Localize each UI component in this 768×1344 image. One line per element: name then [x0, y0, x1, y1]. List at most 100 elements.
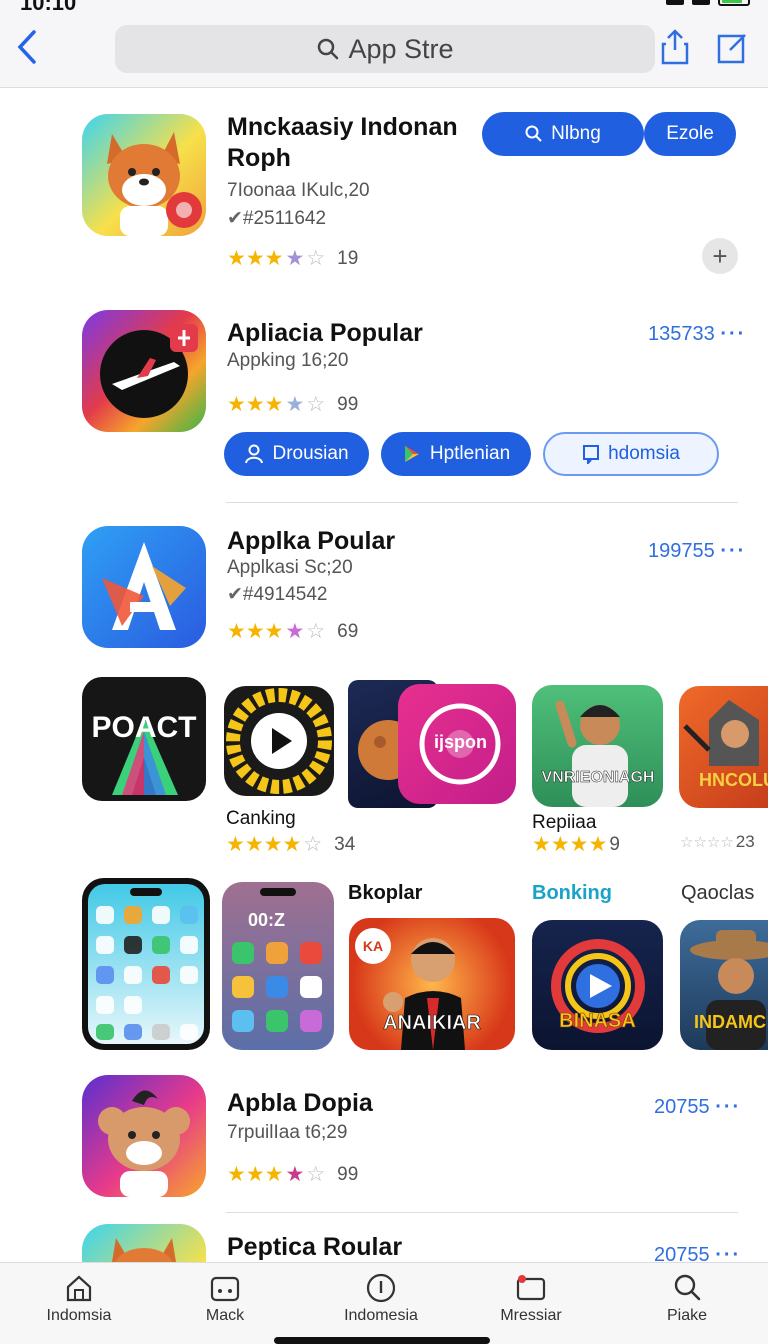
app-subtitle: Appking 16;20 [227, 350, 349, 371]
gallery-tile-cowboy[interactable]: INDAMC [680, 920, 768, 1050]
app-icon-plane[interactable] [82, 310, 206, 432]
tile-art-text: HNCOLU [699, 770, 768, 790]
gamepad-icon [210, 1276, 240, 1302]
phone-screenshot-2[interactable]: 00:Z [222, 882, 334, 1050]
app-id: ✔#4914542 [227, 584, 328, 605]
battery-icon [718, 0, 750, 6]
status-icons [666, 0, 750, 6]
notch [260, 888, 296, 896]
app-title: Mnckaasiy Indonan [227, 113, 458, 141]
app-subtitle: Applkasi Sc;20 [227, 557, 353, 578]
tab-info[interactable]: Indomesia [326, 1273, 436, 1325]
app-subtitle: 7Ioonaa IKulc,20 [227, 180, 370, 201]
navigation-bar: 10:10 App Stre [0, 0, 768, 88]
tile-art-text: POACT [91, 711, 197, 744]
wifi-icon [692, 0, 710, 5]
search-icon [318, 38, 339, 60]
gallery-header: Qaoclas [681, 882, 755, 904]
search-action-button[interactable]: Nlbng [482, 112, 644, 156]
category-button[interactable]: hdomsia [543, 432, 719, 476]
more-icon: ··· [720, 540, 747, 562]
tile-art-text: ijspon [434, 732, 487, 752]
download-count: 135733 ··· [648, 323, 747, 345]
download-count: 20755 ··· [654, 1096, 742, 1118]
app-icon-fox[interactable] [82, 114, 206, 236]
fox-mascot-icon [107, 132, 202, 236]
secondary-action-button[interactable]: Ezole [644, 112, 736, 156]
play-icon [226, 688, 332, 794]
airplane-icon [100, 324, 198, 418]
search-field[interactable]: App Stre [115, 25, 655, 73]
signal-icon [666, 0, 684, 5]
search-icon [674, 1274, 701, 1301]
share-icon [661, 29, 689, 65]
search-text: App Stre [348, 33, 454, 64]
checkmark-icon: ✔ [227, 208, 243, 229]
divider [226, 1212, 738, 1213]
category-button[interactable]: Hptlenian [381, 432, 531, 476]
rating-stars: ★★★★ ☆ 34 [226, 833, 356, 856]
tile-art-text: ANAIKIAR [383, 1012, 481, 1035]
share-button[interactable] [660, 28, 690, 66]
person-photo-icon [555, 700, 628, 807]
back-button[interactable] [14, 28, 50, 68]
gallery-tile-poact[interactable]: POACT [82, 677, 206, 801]
tab-games[interactable]: Mack [170, 1273, 280, 1325]
app-title-line2: Roph [227, 144, 291, 172]
rating-stars: ★★★ ★ ☆ 99 [227, 393, 359, 416]
app-title: Apbla Dopia [227, 1089, 373, 1117]
category-buttons: Drousian Hptlenian hdomsia [224, 432, 719, 476]
play-store-icon [404, 446, 419, 462]
more-icon: ··· [715, 1096, 742, 1118]
compose-button[interactable] [716, 30, 748, 66]
gallery-header: Bkoplar [348, 882, 423, 904]
tab-messages[interactable]: Mressiar [476, 1273, 586, 1325]
checkmark-icon: ✔ [227, 584, 243, 605]
gallery-header: Bonking [532, 882, 612, 904]
more-icon: ··· [720, 323, 747, 345]
tab-search[interactable]: Piake [632, 1273, 742, 1325]
gallery-tile-video[interactable] [224, 686, 334, 796]
gallery-tile-promo[interactable]: KA ANAIKIAR [349, 918, 515, 1050]
gallery-tile-person[interactable]: VNRIEONIAGH [532, 685, 663, 807]
action-buttons: Nlbng Ezole [482, 112, 736, 156]
gallery-label: Repiiaa [532, 812, 597, 833]
tab-home[interactable]: Indomsia [24, 1273, 134, 1325]
plus-icon: + [712, 240, 728, 271]
message-icon [516, 1275, 546, 1301]
app-grid-icon [96, 906, 198, 1040]
person-icon [245, 444, 264, 464]
category-button[interactable]: Drousian [224, 432, 369, 476]
app-icon-fox-2[interactable] [82, 1224, 206, 1262]
gallery-tile-game[interactable]: BINASA [532, 920, 663, 1050]
rating-stars: ★★★ ★ ☆ 99 [227, 1163, 359, 1186]
letter-a-icon [102, 542, 186, 630]
rating-stars: ☆☆☆☆ 23 [680, 832, 755, 851]
tile-art-text: VNRIEONIAGH [541, 769, 655, 787]
download-count: 199755 ··· [648, 540, 747, 562]
gallery-tile-music[interactable]: ijspon [398, 684, 516, 804]
notch [130, 888, 162, 896]
app-grid-icon [232, 942, 322, 1032]
app-id: ✔#2511642 [227, 208, 327, 229]
compose-icon [717, 34, 746, 64]
app-title: Apliacia Popular [227, 319, 423, 347]
app-icon-a[interactable] [82, 526, 206, 648]
divider [226, 502, 738, 503]
clock-text: 00:Z [248, 910, 286, 930]
phone-screen [88, 884, 204, 1044]
gallery-tile-hooded[interactable]: HNCOLU [679, 686, 768, 808]
home-icon [66, 1275, 92, 1302]
tile-art-text: BINASA [559, 1010, 636, 1033]
phone-screenshot[interactable] [82, 878, 210, 1050]
bookmark-icon [583, 445, 600, 464]
home-indicator [274, 1337, 490, 1344]
search-icon [525, 125, 542, 142]
add-button[interactable]: + [702, 238, 738, 274]
hamster-mascot-icon [98, 1090, 190, 1197]
rating-stars: ★★★★ 9 [532, 833, 620, 856]
rating-stars: ★★★ ★ ☆ 19 [227, 247, 359, 270]
app-icon-hamster[interactable] [82, 1075, 206, 1197]
info-icon [366, 1273, 396, 1303]
fox-mascot-icon [112, 1238, 176, 1262]
